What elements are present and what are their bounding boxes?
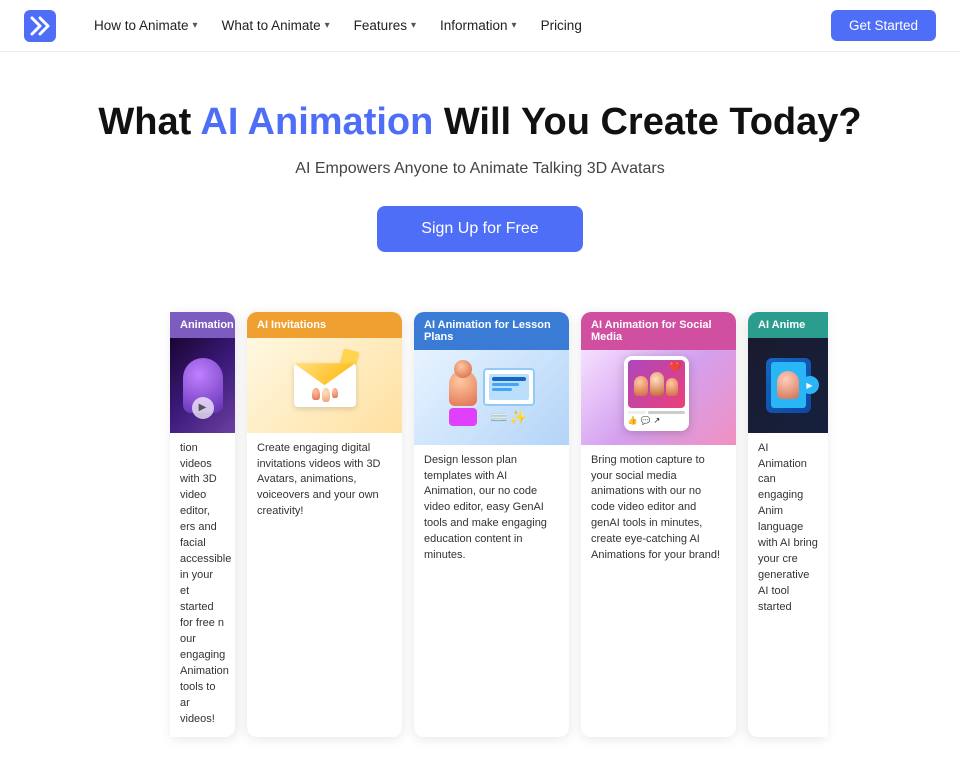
play-icon: ▶ [801,376,819,394]
logo[interactable] [24,10,56,42]
social-post-card: ❤️ 👍💬↗ [624,356,689,431]
screen-shape [483,368,535,406]
hero-heading: What AI Animation Will You Create Today? [24,100,936,146]
card-lesson-plans: AI Animation for Lesson Plans [414,312,569,738]
card-header-invitations: AI Invitations [247,312,402,338]
chevron-down-icon: ▾ [325,20,330,31]
hero-section: What AI Animation Will You Create Today?… [0,52,960,288]
card-image-animation: ▶ [170,338,235,433]
cards-section: Animation ▶ tion videos with 3D video ed… [0,288,960,757]
nav-item-pricing[interactable]: Pricing [531,12,592,39]
card-text-lesson-plans: Design lesson plan templates with AI Ani… [414,445,569,575]
card-header-animation: Animation [170,312,235,338]
card-image-anime: ▶ [748,338,828,433]
nav-item-what-to-animate[interactable]: What to Animate ▾ [212,12,340,39]
heading-prefix: What [98,101,200,143]
nav-item-how-to-animate[interactable]: How to Animate ▾ [84,12,208,39]
card-image-lesson-plans: ⌨️ ✨ [414,350,569,445]
phone-device: ▶ [766,358,811,413]
chevron-down-icon: ▾ [512,20,517,31]
get-started-button[interactable]: Get Started [831,10,936,41]
card-invitations: AI Invitations [247,312,402,738]
card-text-anime: AI Animation can engaging Anim language … [748,433,828,626]
signup-button[interactable]: Sign Up for Free [377,206,582,252]
card-text-invitations: Create engaging digital invitations vide… [247,433,402,531]
card-image-invitations [247,338,402,433]
card-partial-animation: Animation ▶ tion videos with 3D video ed… [170,312,235,738]
card-header-anime: AI Anime [748,312,828,338]
card-header-lesson-plans: AI Animation for Lesson Plans [414,312,569,350]
nav-item-features[interactable]: Features ▾ [344,12,426,39]
card-text-animation: tion videos with 3D video editor, ers an… [170,433,235,738]
chevron-down-icon: ▾ [193,20,198,31]
hero-subtitle: AI Empowers Anyone to Animate Talking 3D… [24,160,936,178]
card-image-social-media: ❤️ 👍💬↗ [581,350,736,445]
envelope-shape [294,363,356,407]
chevron-down-icon: ▾ [411,20,416,31]
heart-icon: ❤️ [669,362,681,373]
card-header-social-media: AI Animation for Social Media [581,312,736,350]
navbar: How to Animate ▾ What to Animate ▾ Featu… [0,0,960,52]
heading-suffix: Will You Create Today? [433,101,861,143]
nav-item-information[interactable]: Information ▾ [430,12,527,39]
cards-row: Animation ▶ tion videos with 3D video ed… [0,312,960,738]
heading-highlight: AI Animation [200,101,433,143]
card-social-media: AI Animation for Social Media [581,312,736,738]
nav-links: How to Animate ▾ What to Animate ▾ Featu… [84,12,831,39]
card-text-social-media: Bring motion capture to your social medi… [581,445,736,575]
avatar-figure: ▶ [183,358,223,413]
card-partial-anime: AI Anime ▶ AI Animation can engaging Ani… [748,312,828,738]
lesson-avatar [449,370,477,406]
play-icon: ▶ [192,397,214,419]
